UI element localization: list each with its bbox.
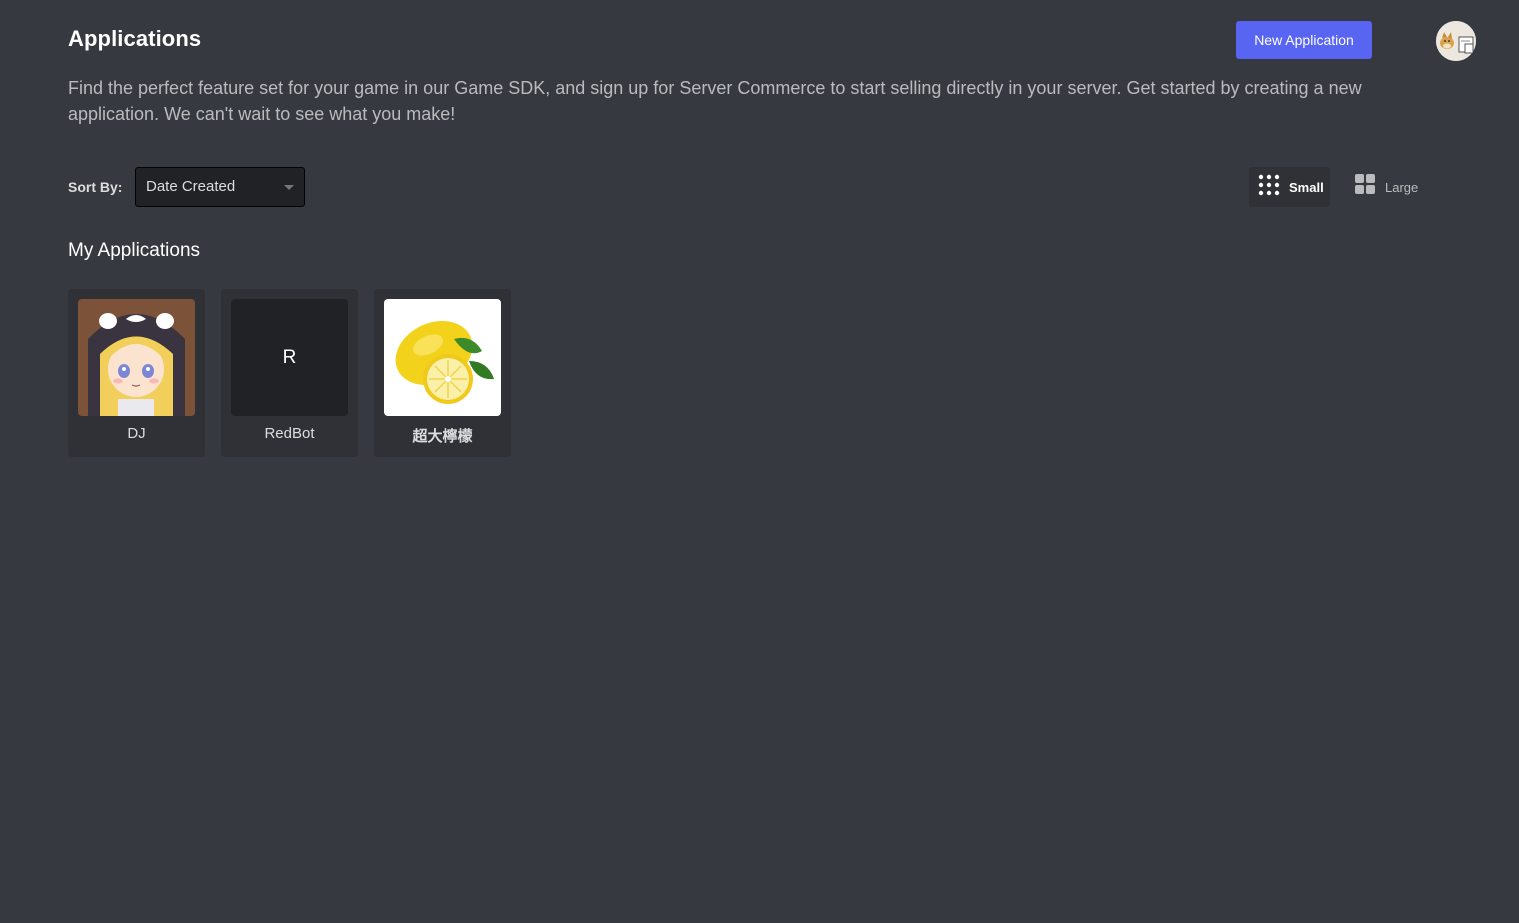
section-title: My Applications: [68, 240, 201, 261]
app-name: RedBot: [264, 425, 315, 442]
sort-select[interactable]: Date Created: [135, 167, 305, 207]
app-card-lemon[interactable]: 超大檸檬: [374, 289, 511, 457]
app-letter-icon: R: [231, 299, 348, 416]
lemon-image-icon: [384, 299, 501, 416]
page-title: Applications: [68, 26, 202, 51]
chevron-down-icon: [284, 185, 294, 190]
app-card-redbot[interactable]: R RedBot: [221, 289, 358, 457]
app-name: 超大檸檬: [412, 428, 473, 445]
sort-select-value: Date Created: [146, 178, 236, 195]
user-avatar[interactable]: [1436, 21, 1476, 61]
anime-girl-avatar-icon: [78, 299, 195, 416]
view-small-label: Small: [1289, 179, 1324, 195]
new-application-button[interactable]: New Application: [1236, 21, 1372, 59]
view-large-toggle[interactable]: Large: [1346, 167, 1430, 207]
page-description: Find the perfect feature set for your ga…: [68, 78, 1362, 124]
app-grid: DJ R RedBot 超大檸檬: [68, 289, 511, 457]
app-card-dj[interactable]: DJ: [68, 289, 205, 457]
view-small-toggle[interactable]: Small: [1249, 167, 1330, 207]
large-grid-icon: [1355, 174, 1376, 200]
small-grid-icon: [1258, 174, 1280, 201]
view-large-label: Large: [1385, 179, 1419, 195]
sort-by-label: Sort By:: [68, 179, 123, 195]
app-name: DJ: [127, 425, 146, 442]
